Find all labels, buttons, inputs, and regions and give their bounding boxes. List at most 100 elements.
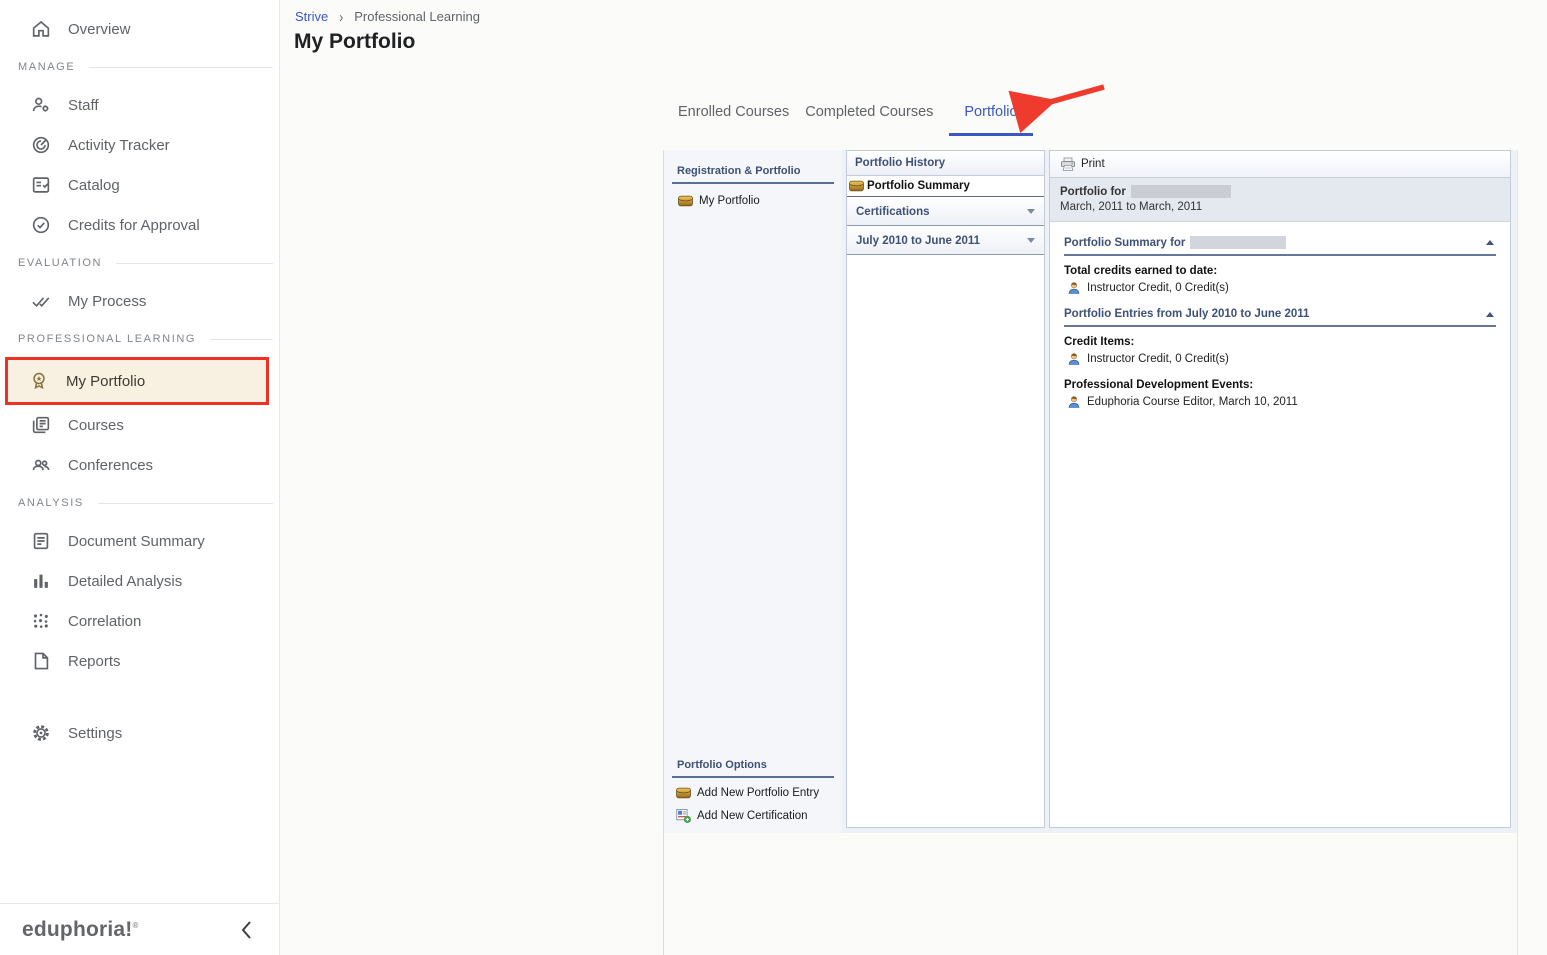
sidebar-item-conferences[interactable]: Conferences: [0, 445, 279, 485]
portfolio-history-title: Portfolio History: [847, 151, 1044, 176]
portfolio-folder-icon: [849, 180, 864, 192]
tab-bar: Enrolled Courses Completed Courses Portf…: [678, 104, 1033, 136]
sidebar-item-credits-for-approval[interactable]: Credits for Approval: [0, 205, 279, 245]
sidebar-item-my-portfolio[interactable]: My Portfolio: [6, 359, 268, 403]
credit-entry: Instructor Credit, 0 Credit(s): [1067, 352, 1496, 366]
person-icon: [1067, 395, 1081, 409]
certificate-add-icon: [676, 808, 691, 823]
collapse-sidebar-icon[interactable]: [236, 915, 257, 945]
breadcrumb-current: Professional Learning: [354, 9, 480, 24]
logo-text: eduphoria!: [22, 918, 133, 941]
sidebar-section-manage: MANAGE: [0, 49, 279, 85]
portfolio-summary-label: Portfolio Summary: [867, 180, 970, 192]
sidebar-item-reports[interactable]: Reports: [0, 641, 279, 681]
entries-header-label: Portfolio Entries from July 2010 to June…: [1064, 308, 1309, 320]
sidebar: Overview MANAGE Staff Activity Tracker C…: [0, 0, 280, 955]
tree-item-label: My Portfolio: [699, 195, 760, 207]
portfolio-summary-item[interactable]: Portfolio Summary: [847, 176, 1044, 197]
option-label: Add New Certification: [697, 810, 808, 822]
section-label: MANAGE: [18, 61, 75, 73]
portfolio-widget: Registration & Portfolio My Portfolio Po…: [663, 150, 1518, 955]
sidebar-item-label: Activity Tracker: [68, 137, 170, 154]
chevron-down-icon: [1027, 209, 1035, 214]
sidebar-item-label: Document Summary: [68, 533, 205, 550]
gear-icon: [30, 722, 52, 744]
chevron-down-icon: [1027, 238, 1035, 243]
sidebar-item-detailed-analysis[interactable]: Detailed Analysis: [0, 561, 279, 601]
registration-panel: Registration & Portfolio My Portfolio Po…: [664, 150, 842, 833]
home-icon: [30, 18, 52, 40]
sidebar-item-my-portfolio-wrap: My Portfolio: [5, 357, 269, 405]
pd-events-label: Professional Development Events:: [1064, 379, 1496, 391]
portfolio-widget-body: Registration & Portfolio My Portfolio Po…: [664, 150, 1517, 833]
section-label: PROFESSIONAL LEARNING: [18, 333, 196, 345]
dropdown-label: July 2010 to June 2011: [856, 235, 980, 247]
credit-entry: Instructor Credit, 0 Credit(s): [1067, 281, 1496, 295]
sidebar-item-settings[interactable]: Settings: [0, 713, 279, 753]
section-divider: [210, 339, 273, 340]
certifications-dropdown[interactable]: Certifications: [847, 197, 1044, 226]
people-icon: [30, 454, 52, 476]
sidebar-item-label: Credits for Approval: [68, 217, 200, 234]
pd-event-entry: Eduphoria Course Editor, March 10, 2011: [1067, 395, 1496, 409]
sidebar-item-label: Overview: [68, 21, 131, 38]
breadcrumb-strive-link[interactable]: Strive: [295, 9, 328, 24]
sidebar-item-courses[interactable]: Courses: [0, 405, 279, 445]
check-circle-icon: [30, 214, 52, 236]
entries-section-header: Portfolio Entries from July 2010 to June…: [1064, 308, 1496, 327]
sidebar-item-label: Reports: [68, 653, 121, 670]
print-label: Print: [1081, 158, 1105, 170]
option-label: Add New Portfolio Entry: [697, 787, 819, 799]
total-credits-label: Total credits earned to date:: [1064, 265, 1496, 277]
sidebar-item-label: Detailed Analysis: [68, 573, 182, 590]
period-dropdown[interactable]: July 2010 to June 2011: [847, 226, 1044, 255]
eduphoria-logo: eduphoria!®: [22, 918, 139, 942]
chevron-right-icon: ›: [339, 8, 343, 26]
sidebar-section-analysis: ANALYSIS: [0, 485, 279, 521]
person-icon: [1067, 352, 1081, 366]
section-divider: [98, 503, 273, 504]
sidebar-item-label: My Process: [68, 293, 146, 310]
sidebar-item-my-process[interactable]: My Process: [0, 281, 279, 321]
collapse-section-icon[interactable]: [1486, 312, 1494, 317]
page-title: My Portfolio: [294, 30, 415, 54]
detail-content: Portfolio Summary for Total credits earn…: [1050, 222, 1510, 409]
registration-panel-title: Registration & Portfolio: [664, 150, 842, 182]
portfolio-folder-icon: [678, 195, 693, 207]
document-icon: [30, 530, 52, 552]
add-new-certification-button[interactable]: Add New Certification: [664, 799, 842, 823]
tab-enrolled-courses[interactable]: Enrolled Courses: [678, 104, 789, 136]
detail-toolbar: Print: [1050, 151, 1510, 178]
sidebar-item-activity-tracker[interactable]: Activity Tracker: [0, 125, 279, 165]
sidebar-item-document-summary[interactable]: Document Summary: [0, 521, 279, 561]
credit-items-label: Credit Items:: [1064, 336, 1496, 348]
portfolio-header-block: Portfolio for March, 2011 to March, 2011: [1050, 178, 1510, 222]
staff-icon: [30, 94, 52, 116]
sidebar-section-professional-learning: PROFESSIONAL LEARNING: [0, 321, 279, 357]
redacted-name-block: [1190, 236, 1286, 249]
add-new-portfolio-entry-button[interactable]: Add New Portfolio Entry: [664, 778, 842, 799]
portfolio-date-range: March, 2011 to March, 2011: [1060, 201, 1500, 213]
print-button[interactable]: Print: [1058, 155, 1111, 174]
tab-portfolio[interactable]: Portfolio: [949, 104, 1032, 136]
portfolio-options-section: Portfolio Options Add New Portfolio Entr…: [664, 759, 842, 823]
collapse-section-icon[interactable]: [1486, 240, 1494, 245]
breadcrumb: Strive › Professional Learning: [295, 9, 480, 24]
medal-icon: [28, 370, 50, 392]
sidebar-item-label: Staff: [68, 97, 99, 114]
dropdown-label: Certifications: [856, 206, 930, 218]
portfolio-detail-panel: Print Portfolio for March, 2011 to March…: [1049, 150, 1511, 828]
section-divider: [89, 67, 273, 68]
sidebar-item-correlation[interactable]: Correlation: [0, 601, 279, 641]
sidebar-item-overview[interactable]: Overview: [0, 9, 279, 49]
sidebar-item-staff[interactable]: Staff: [0, 85, 279, 125]
main-content: Strive › Professional Learning My Portfo…: [281, 0, 1547, 955]
person-icon: [1067, 281, 1081, 295]
tab-completed-courses[interactable]: Completed Courses: [805, 104, 933, 136]
section-label: EVALUATION: [18, 257, 102, 269]
portfolio-folder-icon: [676, 787, 691, 799]
catalog-icon: [30, 174, 52, 196]
bar-chart-icon: [30, 570, 52, 592]
sidebar-item-catalog[interactable]: Catalog: [0, 165, 279, 205]
tree-item-my-portfolio[interactable]: My Portfolio: [664, 184, 842, 207]
